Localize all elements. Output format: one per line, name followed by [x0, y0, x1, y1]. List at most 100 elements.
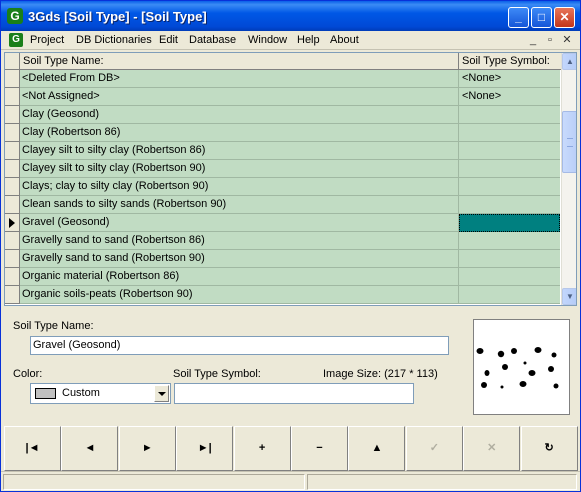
next-record-button[interactable]: ► [118, 426, 176, 471]
cell-soil-type-symbol[interactable] [459, 286, 560, 304]
table-row[interactable]: Organic material (Robertson 86) [5, 268, 561, 286]
table-row[interactable]: <Not Assigned> <None> [5, 88, 561, 106]
row-indicator[interactable] [5, 268, 20, 286]
cell-soil-type-name[interactable]: Gravel (Geosond) [20, 214, 459, 232]
delete-record-button[interactable]: − [291, 426, 348, 471]
soil-type-symbol-input[interactable] [174, 383, 414, 404]
refresh-button[interactable]: ↻ [520, 426, 578, 471]
row-indicator[interactable] [5, 286, 20, 304]
mdi-close-button[interactable]: ✕ [560, 33, 574, 47]
menu-edit[interactable]: Edit [159, 34, 178, 46]
soil-type-grid[interactable]: Soil Type Name: Soil Type Symbol: <Delet… [4, 52, 577, 306]
cell-soil-type-name[interactable]: Gravelly sand to sand (Robertson 86) [20, 232, 459, 250]
window-title: 3Gds [Soil Type] - [Soil Type] [28, 9, 207, 24]
prior-record-button[interactable]: ◄ [61, 426, 119, 471]
cell-soil-type-name[interactable]: Clean sands to silty sands (Robertson 90… [20, 196, 459, 214]
column-header-name[interactable]: Soil Type Name: [20, 53, 459, 70]
menu-window[interactable]: Window [248, 34, 287, 46]
table-row[interactable]: <Deleted From DB> <None> [5, 70, 561, 88]
table-row[interactable]: Clays; clay to silty clay (Robertson 90) [5, 178, 561, 196]
last-record-button[interactable]: ►| [176, 426, 234, 471]
table-row[interactable]: Gravelly sand to sand (Robertson 90) [5, 250, 561, 268]
gravel-pattern-image [476, 347, 559, 389]
scroll-up-button[interactable]: ▲ [562, 53, 576, 70]
cell-soil-type-symbol[interactable] [459, 142, 560, 160]
table-row[interactable]: Clean sands to silty sands (Robertson 90… [5, 196, 561, 214]
status-pane-left [3, 474, 305, 490]
row-indicator[interactable] [5, 142, 20, 160]
cell-soil-type-symbol[interactable]: <None> [459, 88, 560, 106]
symbol-preview-image [473, 319, 570, 415]
cell-soil-type-symbol[interactable]: <None> [459, 70, 560, 88]
vertical-scrollbar[interactable]: ▲ ▼ [561, 53, 576, 305]
name-label: Soil Type Name: [13, 320, 94, 332]
header-indicator [5, 53, 20, 70]
cell-soil-type-name[interactable]: <Deleted From DB> [20, 70, 459, 88]
row-indicator[interactable] [5, 232, 20, 250]
cell-soil-type-symbol[interactable] [459, 196, 560, 214]
menu-help[interactable]: Help [297, 34, 320, 46]
row-indicator[interactable] [5, 124, 20, 142]
row-indicator[interactable] [5, 196, 20, 214]
cell-soil-type-name[interactable]: Clayey silt to silty clay (Robertson 86) [20, 142, 459, 160]
row-indicator[interactable] [5, 214, 20, 232]
menu-database[interactable]: Database [189, 34, 236, 46]
cell-soil-type-symbol[interactable] [459, 250, 560, 268]
chevron-down-icon[interactable] [154, 385, 169, 402]
color-select-value: Custom [62, 387, 100, 399]
table-row[interactable]: Clay (Geosond) [5, 106, 561, 124]
column-header-symbol[interactable]: Soil Type Symbol: [459, 53, 561, 70]
menu-db-dictionaries[interactable]: DB Dictionaries [76, 34, 152, 46]
table-row[interactable]: Gravel (Geosond) [5, 214, 561, 232]
cell-soil-type-name[interactable]: Organic soils-peats (Robertson 90) [20, 286, 459, 304]
cell-soil-type-symbol[interactable] [459, 268, 560, 286]
color-label: Color: [13, 368, 43, 380]
cell-soil-type-name[interactable]: Clays; clay to silty clay (Robertson 90) [20, 178, 459, 196]
cell-soil-type-symbol[interactable] [459, 124, 560, 142]
table-row[interactable]: Gravelly sand to sand (Robertson 86) [5, 232, 561, 250]
color-select[interactable]: Custom [30, 383, 171, 404]
status-bar [1, 471, 580, 491]
cell-soil-type-symbol[interactable] [459, 232, 560, 250]
row-indicator[interactable] [5, 106, 20, 124]
row-indicator[interactable] [5, 70, 20, 88]
mdi-minimize-button[interactable]: _ [526, 33, 540, 47]
row-indicator[interactable] [5, 250, 20, 268]
first-record-button[interactable]: |◄ [4, 426, 61, 471]
row-indicator[interactable] [5, 178, 20, 196]
table-row[interactable]: Clay (Robertson 86) [5, 124, 561, 142]
cell-soil-type-name[interactable]: <Not Assigned> [20, 88, 459, 106]
table-row[interactable]: Clayey silt to silty clay (Robertson 86) [5, 142, 561, 160]
cell-soil-type-symbol[interactable] [459, 106, 560, 124]
cell-soil-type-name[interactable]: Organic material (Robertson 86) [20, 268, 459, 286]
cell-soil-type-name[interactable]: Clayey silt to silty clay (Robertson 90) [20, 160, 459, 178]
cell-soil-type-name[interactable]: Gravelly sand to sand (Robertson 90) [20, 250, 459, 268]
maximize-button[interactable]: □ [531, 7, 552, 28]
title-bar[interactable]: G 3Gds [Soil Type] - [Soil Type] _ □ ✕ [1, 1, 580, 31]
scroll-thumb[interactable] [562, 111, 576, 173]
edit-record-button[interactable]: ▲ [348, 426, 406, 471]
scroll-down-button[interactable]: ▼ [562, 288, 576, 305]
menu-about[interactable]: About [330, 34, 359, 46]
post-edit-button[interactable]: ✓ [405, 426, 463, 471]
menu-project[interactable]: Project [30, 34, 64, 46]
row-indicator[interactable] [5, 160, 20, 178]
row-indicator[interactable] [5, 88, 20, 106]
table-row[interactable]: Organic soils-peats (Robertson 90) [5, 286, 561, 304]
cell-soil-type-symbol[interactable] [459, 214, 560, 232]
table-row[interactable]: Clayey silt to silty clay (Robertson 90) [5, 160, 561, 178]
cancel-edit-button[interactable]: ✕ [463, 426, 521, 471]
minimize-button[interactable]: _ [508, 7, 529, 28]
document-icon[interactable]: G [9, 33, 23, 47]
cell-soil-type-symbol[interactable] [459, 160, 560, 178]
soil-type-name-input[interactable]: Gravel (Geosond) [30, 336, 449, 355]
mdi-restore-button[interactable]: ▫ [543, 33, 557, 47]
cell-soil-type-symbol[interactable] [459, 178, 560, 196]
menu-bar: G Project DB Dictionaries Edit Database … [1, 31, 580, 50]
app-logo-icon: G [7, 8, 23, 24]
insert-record-button[interactable]: + [233, 426, 291, 471]
cell-soil-type-name[interactable]: Clay (Robertson 86) [20, 124, 459, 142]
close-button[interactable]: ✕ [554, 7, 575, 28]
cell-soil-type-name[interactable]: Clay (Geosond) [20, 106, 459, 124]
image-size-label: Image Size: (217 * 113) [323, 368, 438, 380]
